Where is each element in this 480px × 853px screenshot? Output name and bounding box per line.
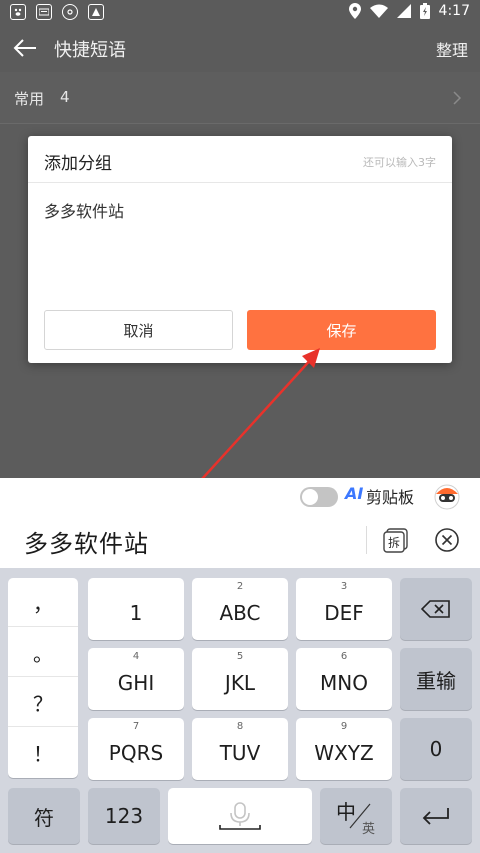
split-char-icon[interactable]: 拆 [383,527,409,553]
reenter-key[interactable]: 重输 [400,648,472,710]
key-sub: 2 [236,581,244,592]
app-bar: 快捷短语 整理 [0,24,480,72]
keyboard: ， 。 ？ ！ 1 2 ABC 3 DEF 4 GHI 5 JKL 6 MNO … [0,568,480,853]
key-exclamation[interactable]: ！ [8,728,78,777]
punctuation-column: ， 。 ？ ！ [8,578,78,778]
settings-icon [62,4,78,20]
key-ghi[interactable]: 4 GHI [88,648,184,710]
key-label: DEF [324,601,364,625]
key-label: 1 [129,601,143,625]
symbol-key[interactable]: 符 [8,788,80,844]
key-label: ABC [219,601,261,625]
space-voice-key[interactable] [168,788,312,844]
backspace-key[interactable] [400,578,472,640]
split-char-label: 拆 [388,535,400,550]
key-label: PQRS [108,741,164,765]
close-circle-icon[interactable] [434,527,460,553]
signal-icon [396,4,411,18]
key-label: MNO [320,671,368,695]
key-wxyz[interactable]: 9 WXYZ [296,718,392,780]
location-icon [348,3,361,19]
app-icon [88,4,104,20]
key-comma[interactable]: ， [8,578,78,627]
ime-toolbar: AI 剪贴板 [0,478,480,514]
composing-text[interactable]: 多多软件站 [24,524,149,559]
cancel-button[interactable]: 取消 [44,310,233,350]
key-sub: 9 [340,721,348,732]
key-sub: 8 [236,721,244,732]
save-button[interactable]: 保存 [247,310,436,350]
chevron-right-icon [453,91,462,105]
key-abc[interactable]: 2 ABC [192,578,288,640]
key-def[interactable]: 3 DEF [296,578,392,640]
page-title: 快捷短语 [54,40,126,61]
key-pqrs[interactable]: 7 PQRS [88,718,184,780]
char-limit-hint: 还可以输入3字 [363,156,436,169]
ai-clipboard-toggle[interactable] [300,487,338,507]
key-0[interactable]: 0 [400,718,472,780]
key-period[interactable]: 。 [8,628,78,677]
dialog-title: 添加分组 [44,154,112,174]
organize-button[interactable]: 整理 [436,37,468,61]
group-count: 4 [60,88,70,106]
key-1[interactable]: 1 [88,578,184,640]
key-label: TUV [219,741,261,765]
mascot-icon[interactable] [432,482,462,510]
toggle-knob [302,489,318,505]
key-label: GHI [117,671,155,695]
back-arrow-icon[interactable] [12,36,38,60]
dialog-divider [28,182,452,183]
key-jkl[interactable]: 5 JKL [192,648,288,710]
backspace-icon [421,600,450,618]
candidate-bar: 多多软件站 拆 [0,514,480,568]
key-sub: 6 [340,651,348,662]
microphone-icon [219,802,261,830]
key-sub: 7 [132,721,140,732]
group-name-input[interactable]: 多多软件站 [44,198,434,222]
status-bar: 4:17 [0,0,480,24]
key-sub: 3 [340,581,348,592]
baidu-icon [10,4,26,20]
keyboard-icon [36,4,52,20]
lang-switch-key[interactable]: 中 英 [320,788,392,844]
battery-icon [419,3,430,19]
ai-label: AI [345,484,364,503]
enter-key[interactable] [400,788,472,844]
clipboard-label[interactable]: 剪贴板 [366,484,414,508]
key-label: JKL [224,671,256,695]
key-tuv[interactable]: 8 TUV [192,718,288,780]
list-item-group[interactable]: 常用 4 [0,72,480,124]
key-sub: 4 [132,651,140,662]
numeric-key[interactable]: 123 [88,788,160,844]
key-mno[interactable]: 6 MNO [296,648,392,710]
enter-icon [422,808,449,825]
wifi-icon [369,4,388,18]
group-name: 常用 [14,90,45,108]
status-time: 4:17 [438,3,470,19]
add-group-dialog: 添加分组 还可以输入3字 多多软件站 取消 保存 [28,136,452,363]
lang-sub-label: 英 [362,822,376,837]
key-label: WXYZ [314,741,374,765]
candidate-divider [366,526,367,554]
key-sub: 5 [236,651,244,662]
key-question[interactable]: ？ [8,678,78,727]
